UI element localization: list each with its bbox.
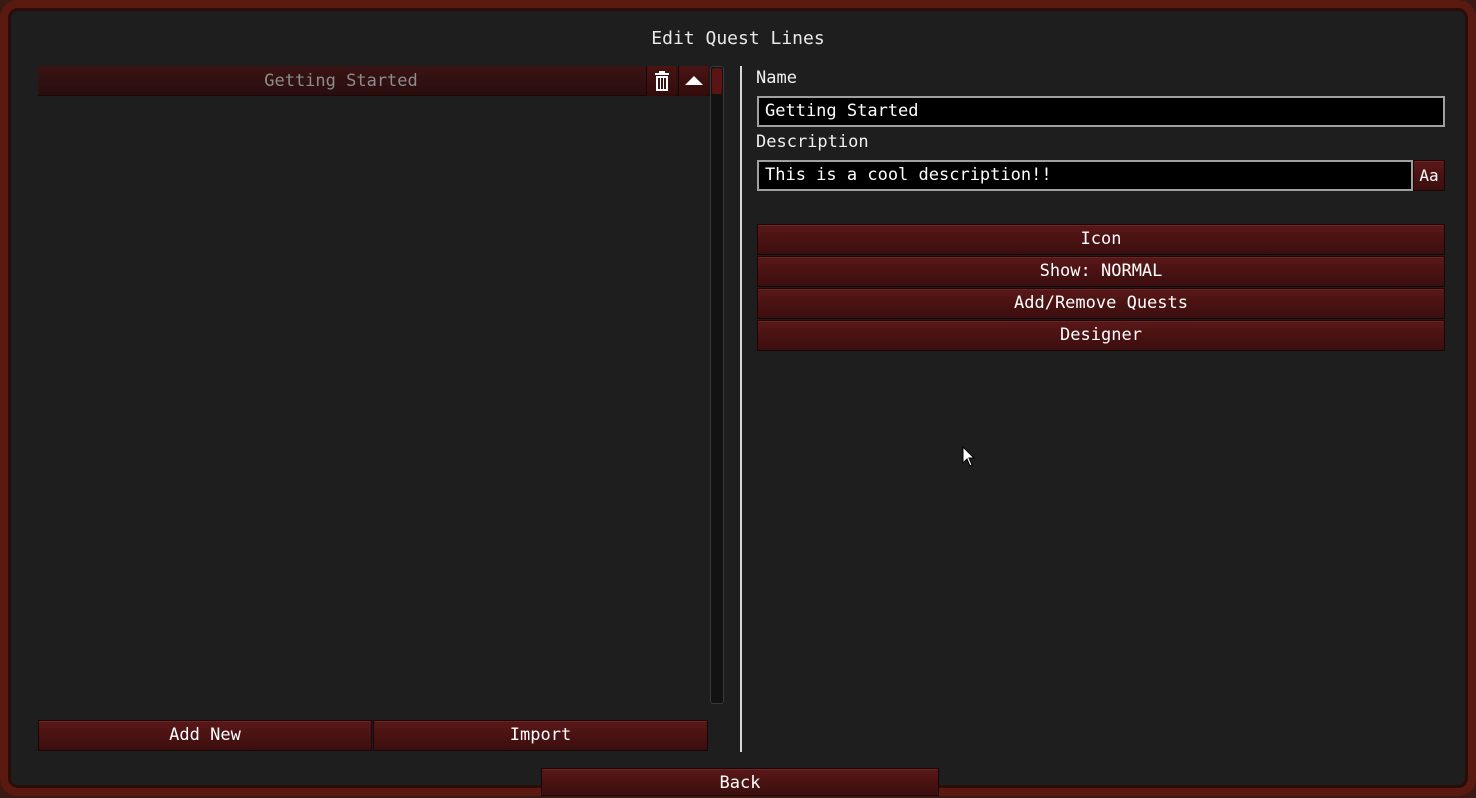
panel-divider — [740, 66, 742, 752]
add-remove-quests-button[interactable]: Add/Remove Quests — [757, 288, 1445, 319]
designer-button[interactable]: Designer — [757, 320, 1445, 351]
import-button[interactable]: Import — [373, 720, 708, 751]
arrow-up-icon — [684, 76, 703, 85]
add-new-button[interactable]: Add New — [38, 720, 372, 751]
name-label: Name — [756, 68, 797, 88]
trash-icon — [654, 71, 669, 91]
quest-line-list: Getting Started — [38, 64, 710, 704]
description-label: Description — [756, 132, 869, 152]
back-button[interactable]: Back — [541, 768, 939, 796]
window-title: Edit Quest Lines — [651, 28, 825, 49]
mouse-cursor-icon — [962, 446, 976, 467]
list-item[interactable]: Getting Started — [38, 66, 710, 96]
move-up-button[interactable] — [678, 66, 708, 96]
icon-button[interactable]: Icon — [757, 224, 1445, 255]
show-mode-button[interactable]: Show: NORMAL — [757, 256, 1445, 287]
list-scrollbar[interactable] — [710, 66, 724, 704]
name-input[interactable]: Getting Started — [757, 96, 1445, 127]
scrollbar-thumb[interactable] — [712, 68, 722, 94]
description-input[interactable]: This is a cool description!! — [757, 160, 1413, 191]
text-format-button[interactable]: Aa — [1413, 160, 1445, 191]
delete-button[interactable] — [646, 66, 676, 96]
quest-line-label[interactable]: Getting Started — [38, 66, 644, 96]
